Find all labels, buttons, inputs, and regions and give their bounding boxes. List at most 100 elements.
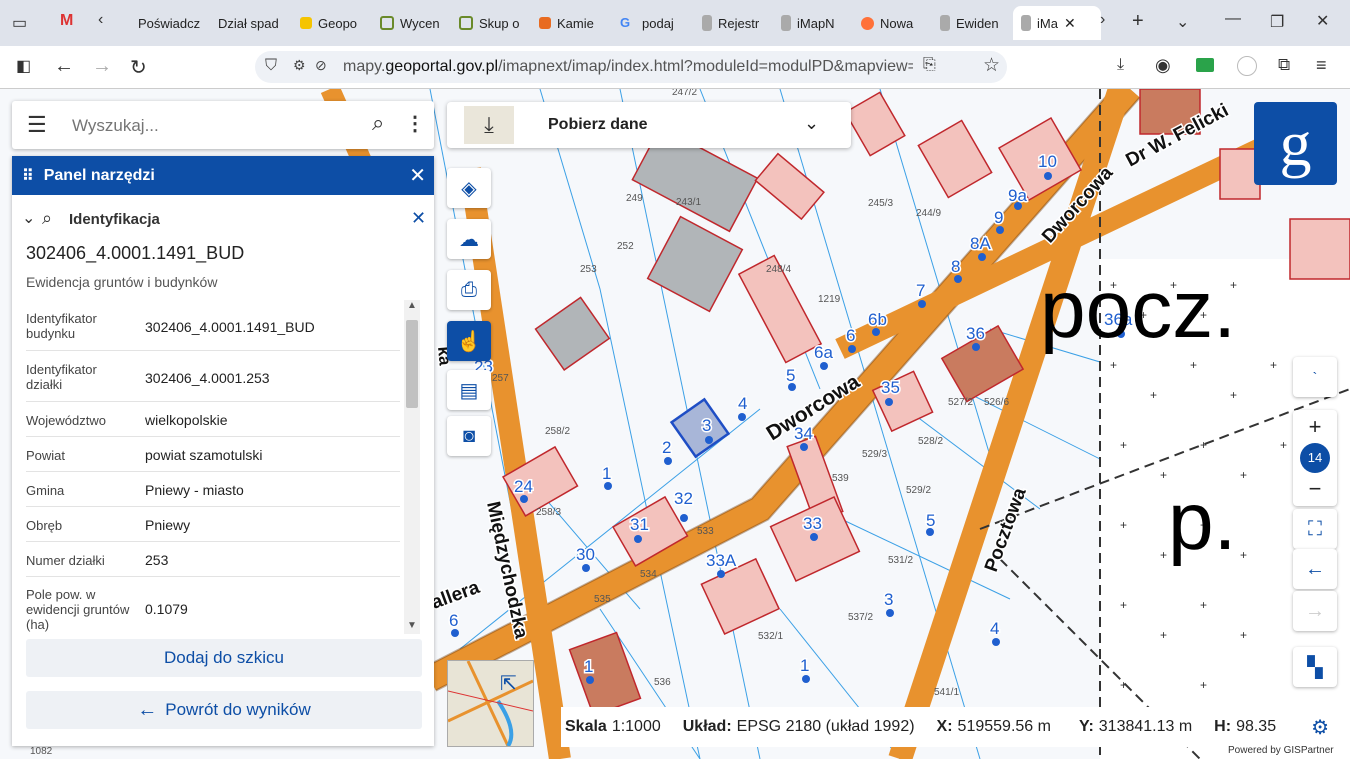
zoom-level-badge: 14: [1300, 443, 1330, 473]
bookmark-star-icon[interactable]: ☆: [983, 54, 1000, 77]
close-identify-icon[interactable]: ✕: [411, 208, 426, 229]
table-row: Identyfikator działki 302406_4.0001.253: [26, 351, 400, 402]
address-bar[interactable]: ⛉ ⚙ ⊘ mapy.geoportal.gov.pl/imapnext/ima…: [255, 51, 1007, 83]
restore-icon[interactable]: ❐: [1270, 12, 1284, 32]
tab[interactable]: Ewiden: [940, 6, 998, 40]
close-window-icon[interactable]: ✕: [1316, 11, 1329, 31]
reader-view-icon[interactable]: ⎘: [923, 56, 936, 74]
svg-text:32: 32: [674, 489, 693, 508]
svg-text:+: +: [1200, 678, 1207, 692]
grid-menu-icon[interactable]: ⠿: [22, 166, 34, 186]
gmail-icon[interactable]: M: [60, 12, 73, 30]
search-input[interactable]: [70, 111, 364, 141]
svg-text:541/1: 541/1: [934, 687, 959, 698]
svg-text:3: 3: [702, 416, 711, 435]
tab[interactable]: Poświadcz: [138, 6, 202, 40]
tab[interactable]: Wycen: [380, 6, 440, 40]
back-to-results-button[interactable]: ← Powrót do wyników: [26, 691, 422, 729]
forward-icon[interactable]: →: [92, 55, 112, 78]
crs-label: Układ:: [682, 718, 732, 735]
tab[interactable]: Geopo: [300, 6, 360, 40]
next-view-button[interactable]: →: [1293, 591, 1337, 631]
scale-value[interactable]: 1:1000: [612, 718, 661, 735]
tab[interactable]: Nowa: [861, 6, 919, 40]
layers-button[interactable]: ◈: [447, 168, 491, 208]
overview-map[interactable]: ⇱: [447, 660, 534, 747]
browser-tab-bar: ▭ M ‹ Poświadcz Dział spad Geopo Wycen S…: [0, 0, 1350, 46]
svg-text:531/2: 531/2: [888, 555, 913, 566]
scrollbar[interactable]: ▲ ▼: [404, 300, 420, 634]
chevron-down-icon[interactable]: ⌄: [22, 208, 35, 228]
scroll-up-icon[interactable]: ▲: [407, 300, 417, 311]
crs-value[interactable]: EPSG 2180 (układ 1992): [737, 718, 915, 735]
extension-icon[interactable]: [1237, 56, 1257, 76]
url-text[interactable]: mapy.geoportal.gov.pl/imapnext/imap/inde…: [343, 58, 913, 76]
hamburger-menu-icon[interactable]: ☰: [27, 112, 47, 138]
tab-list-icon[interactable]: ⌄: [1176, 12, 1189, 32]
downloads-icon[interactable]: ⤓: [1117, 56, 1124, 74]
identify-button[interactable]: ☝: [447, 321, 491, 361]
svg-text:+: +: [1120, 438, 1127, 452]
expand-icon[interactable]: ⇱: [500, 671, 517, 696]
search-icon[interactable]: ⌕: [372, 110, 384, 136]
tab[interactable]: Rejestr: [702, 6, 760, 40]
more-options-icon[interactable]: ⋮: [405, 111, 425, 136]
screenshot-button[interactable]: ◙: [447, 416, 491, 456]
tab-active[interactable]: iMa ✕: [1013, 6, 1101, 40]
svg-text:33: 33: [803, 514, 822, 533]
svg-text:24: 24: [514, 477, 533, 496]
svg-text:5: 5: [786, 366, 795, 385]
y-coordinate-label: Y:: [1078, 718, 1094, 735]
scrollbar-thumb[interactable]: [406, 320, 418, 408]
chevron-down-icon[interactable]: ⌄: [804, 113, 819, 134]
sidebar-icon[interactable]: ◧: [16, 56, 31, 76]
identify-section-header[interactable]: ⌄ ⌕ Identyfikacja ✕: [12, 208, 434, 232]
tab[interactable]: Gpodaj: [620, 6, 678, 40]
svg-text:+: +: [1190, 358, 1197, 372]
tab[interactable]: Dział spad: [218, 6, 280, 40]
scroll-tabs-left-icon[interactable]: ‹: [98, 11, 103, 29]
account-icon[interactable]: ◉: [1155, 55, 1171, 76]
menu-icon[interactable]: ≡: [1316, 55, 1327, 76]
compass-button[interactable]: `: [1293, 357, 1337, 397]
download-data-dropdown[interactable]: ⤓ Pobierz dane ⌄: [447, 102, 851, 148]
tab[interactable]: Skup o: [459, 6, 519, 40]
new-tab-icon[interactable]: +: [1132, 10, 1144, 33]
svg-text:+: +: [1120, 598, 1127, 612]
svg-text:1219: 1219: [818, 294, 841, 305]
svg-text:258/3: 258/3: [536, 507, 561, 518]
scroll-tabs-right-icon[interactable]: ›: [1100, 11, 1105, 29]
svg-text:pocz.: pocz.: [1040, 264, 1236, 355]
clipboard-button[interactable]: ▤: [447, 370, 491, 410]
add-to-sketch-button[interactable]: Dodaj do szkicu: [26, 639, 422, 677]
geoportal-logo[interactable]: g: [1254, 102, 1337, 185]
attribute-table[interactable]: Identyfikator budynku 302406_4.0001.1491_…: [12, 300, 434, 634]
reload-icon[interactable]: ↻: [130, 55, 147, 80]
close-panel-icon[interactable]: ✕: [409, 163, 426, 188]
zoom-out-button[interactable]: −: [1309, 476, 1322, 502]
tab[interactable]: Kamie: [539, 6, 601, 40]
svg-text:33A: 33A: [706, 551, 737, 570]
add-service-button[interactable]: ☁: [447, 219, 491, 259]
print-button[interactable]: ⎙: [447, 270, 491, 310]
layers-icon: ◈: [461, 177, 477, 200]
previous-view-button[interactable]: ←: [1293, 549, 1337, 589]
svg-text:+: +: [1160, 628, 1167, 642]
tab[interactable]: iMapN: [781, 6, 839, 40]
tracking-icon[interactable]: ⊘: [315, 57, 327, 74]
tab-actions-icon[interactable]: ▭: [12, 13, 27, 33]
permissions-icon[interactable]: ⚙: [293, 57, 306, 74]
close-tab-icon[interactable]: ✕: [1064, 15, 1076, 32]
extensions-icon[interactable]: ⧉: [1278, 55, 1290, 75]
minimize-icon[interactable]: —: [1225, 10, 1241, 28]
basemap-button[interactable]: ▚: [1293, 647, 1337, 687]
basemap-icon: ▚: [1307, 656, 1323, 679]
back-icon[interactable]: ←: [54, 55, 74, 78]
extension-icon[interactable]: [1196, 58, 1214, 72]
scroll-down-icon[interactable]: ▼: [407, 620, 417, 631]
zoom-in-button[interactable]: +: [1309, 414, 1322, 440]
shield-icon[interactable]: ⛉: [265, 57, 277, 75]
settings-gear-icon[interactable]: ⚙: [1311, 715, 1329, 740]
full-extent-button[interactable]: ⛶: [1293, 509, 1337, 549]
svg-text:35: 35: [881, 378, 900, 397]
